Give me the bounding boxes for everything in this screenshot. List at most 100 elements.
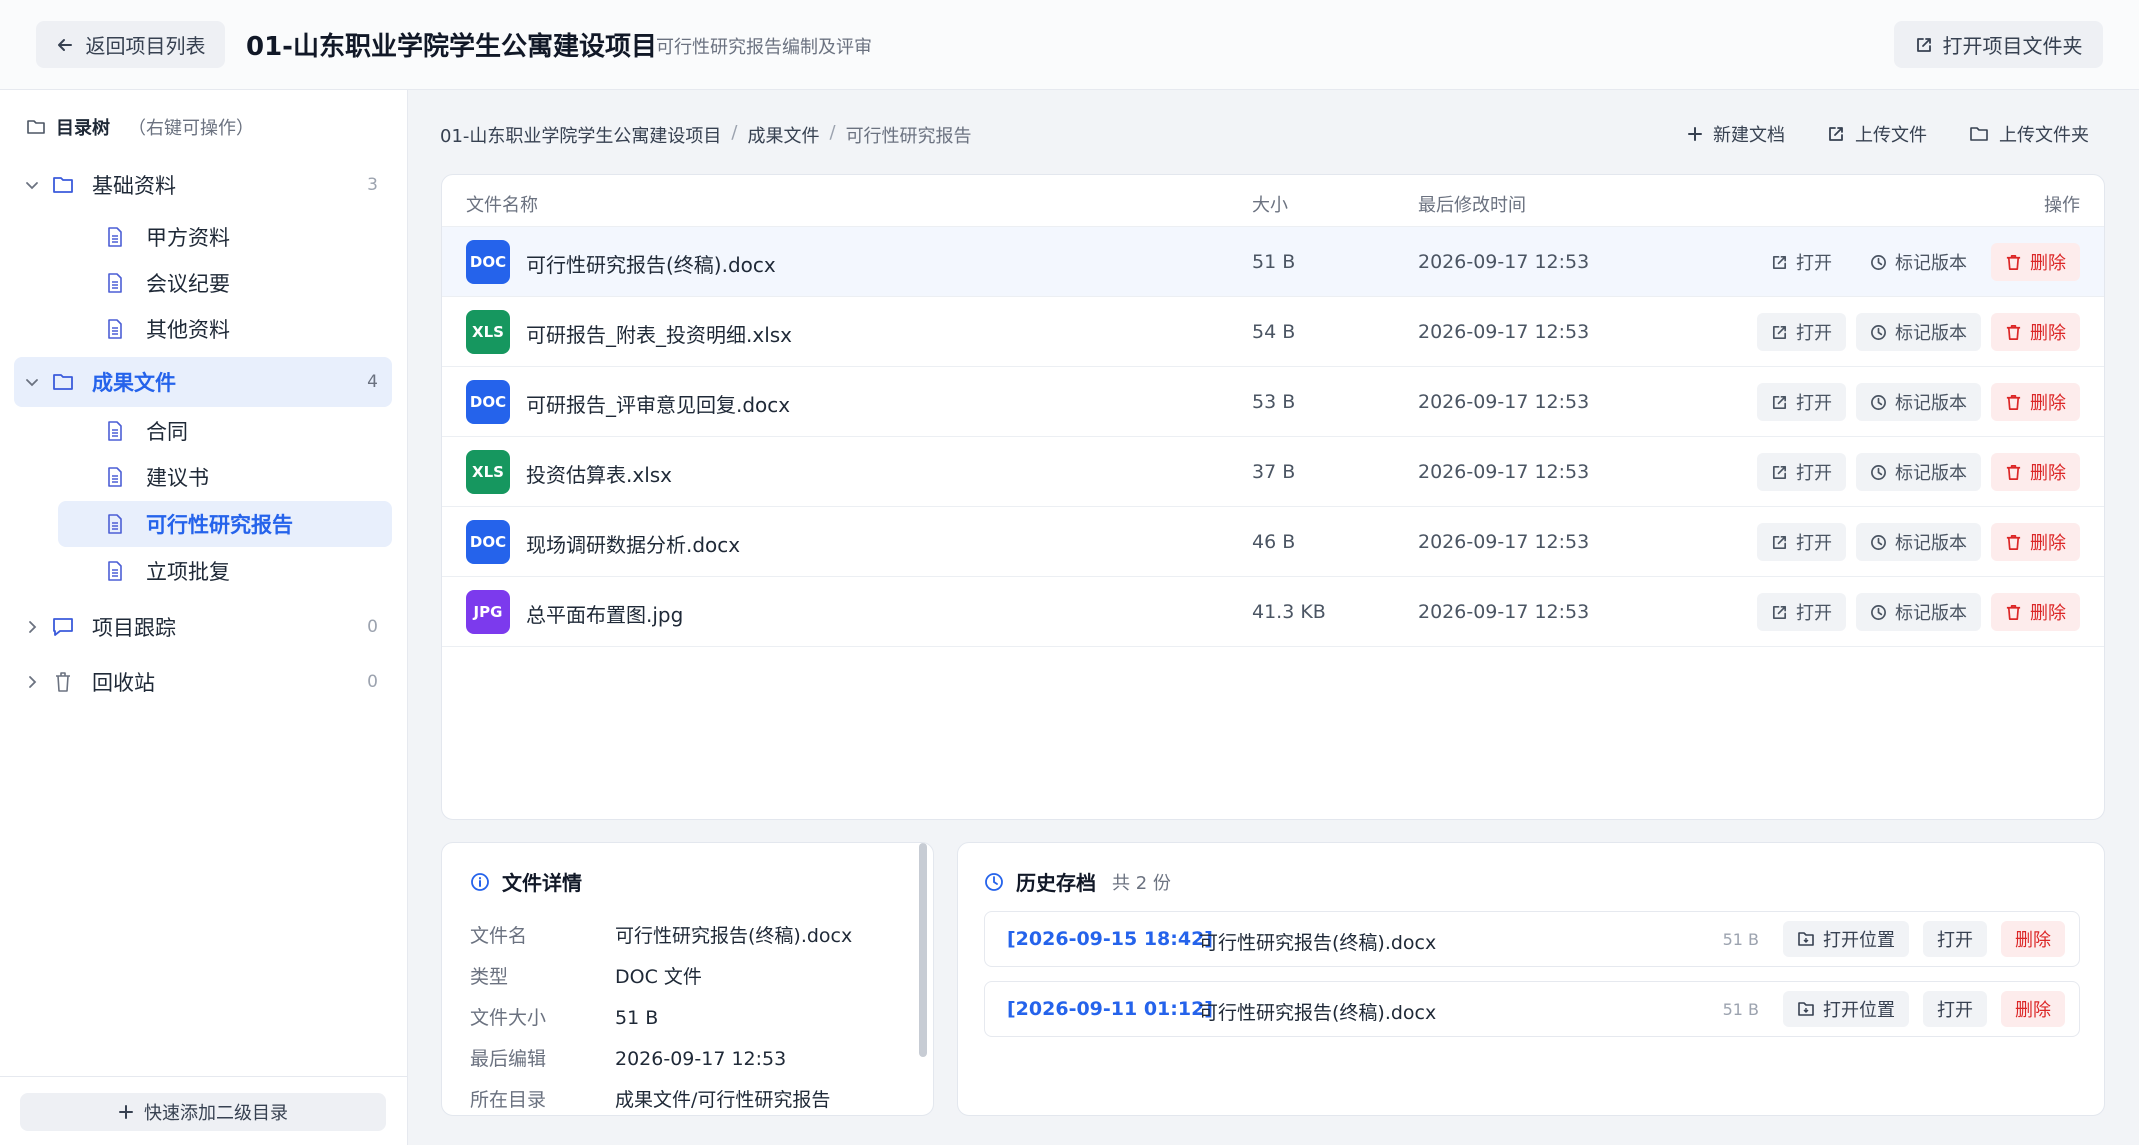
tree-group-tracking[interactable]: 项目跟踪 0 bbox=[14, 602, 392, 652]
detail-value: 成果文件/可行性研究报告 bbox=[615, 1089, 831, 1111]
open-button[interactable]: 打开 bbox=[1757, 523, 1846, 561]
tree-item-proposal[interactable]: 建议书 bbox=[58, 454, 392, 500]
chevron-right-icon[interactable] bbox=[24, 619, 50, 635]
mark-version-button[interactable]: 标记版本 bbox=[1856, 593, 1981, 631]
delete-button[interactable]: 删除 bbox=[1991, 313, 2080, 351]
trash-icon bbox=[2005, 254, 2022, 271]
detail-value: 51 B bbox=[615, 1007, 659, 1029]
tree-group-count: 4 bbox=[367, 372, 378, 392]
file-name[interactable]: 总平面布置图.jpg bbox=[526, 599, 683, 628]
mark-version-button[interactable]: 标记版本 bbox=[1856, 313, 1981, 351]
open-folder-label: 打开项目文件夹 bbox=[1942, 34, 2083, 58]
detail-key: 文件大小 bbox=[470, 1007, 547, 1029]
tree-item-approval[interactable]: 立项批复 bbox=[58, 548, 392, 594]
history-file-size: 51 B bbox=[1722, 1000, 1759, 1019]
trash-icon bbox=[50, 671, 76, 693]
tree-group-recycle-bin[interactable]: 回收站 0 bbox=[14, 657, 392, 707]
quick-add-subfolder-button[interactable]: 快速添加二级目录 bbox=[20, 1093, 386, 1131]
clock-icon bbox=[1870, 534, 1887, 551]
folder-outline-icon bbox=[1969, 125, 1989, 143]
tree-group-count: 3 bbox=[367, 175, 378, 195]
delete-label: 删除 bbox=[2030, 323, 2066, 344]
history-delete-button[interactable]: 删除 bbox=[2001, 991, 2065, 1027]
table-row[interactable]: XLS 投资估算表.xlsx 37 B 2026-09-17 12:53 打开 … bbox=[442, 437, 2104, 507]
doc-file-icon: DOC bbox=[466, 240, 510, 284]
detail-value: 2026-09-17 12:53 bbox=[615, 1048, 787, 1070]
mark-version-button[interactable]: 标记版本 bbox=[1856, 523, 1981, 561]
open-button[interactable]: 打开 bbox=[1757, 593, 1846, 631]
external-link-icon bbox=[1771, 254, 1788, 271]
column-header-modified[interactable]: 最后修改时间 bbox=[1418, 191, 1526, 217]
open-button[interactable]: 打开 bbox=[1757, 313, 1846, 351]
history-open-button[interactable]: 打开 bbox=[1923, 921, 1987, 957]
open-label: 打开 bbox=[1796, 393, 1832, 414]
open-button[interactable]: 打开 bbox=[1757, 243, 1846, 281]
document-icon bbox=[102, 420, 128, 442]
tree-group-count: 0 bbox=[367, 617, 378, 637]
delete-button[interactable]: 删除 bbox=[1991, 383, 2080, 421]
file-size: 46 B bbox=[1252, 531, 1296, 553]
new-document-label: 新建文档 bbox=[1713, 125, 1785, 146]
column-header-name[interactable]: 文件名称 bbox=[466, 191, 538, 217]
file-name[interactable]: 可研报告_评审意见回复.docx bbox=[526, 389, 790, 418]
chevron-right-icon[interactable] bbox=[24, 674, 50, 690]
chevron-down-icon[interactable] bbox=[24, 177, 50, 193]
table-row[interactable]: JPG 总平面布置图.jpg 41.3 KB 2026-09-17 12:53 … bbox=[442, 577, 2104, 647]
delete-label: 删除 bbox=[2015, 1000, 2051, 1021]
history-header: 历史存档 共 2 份 bbox=[984, 867, 1171, 896]
tree-header: 目录树 （右键可操作） bbox=[26, 114, 254, 140]
tree-group-basic[interactable]: 基础资料 3 bbox=[14, 160, 392, 210]
open-location-button[interactable]: 打开位置 bbox=[1783, 921, 1909, 957]
table-row[interactable]: DOC 现场调研数据分析.docx 46 B 2026-09-17 12:53 … bbox=[442, 507, 2104, 577]
tree-group-deliverables[interactable]: 成果文件 4 bbox=[14, 357, 392, 407]
delete-button[interactable]: 删除 bbox=[1991, 453, 2080, 491]
tree-item-feasibility-report[interactable]: 可行性研究报告 bbox=[58, 501, 392, 547]
back-to-projects-button[interactable]: 返回项目列表 bbox=[36, 21, 225, 68]
delete-button[interactable]: 删除 bbox=[1991, 523, 2080, 561]
tree-hint: （右键可操作） bbox=[128, 118, 254, 139]
open-location-button[interactable]: 打开位置 bbox=[1783, 991, 1909, 1027]
details-scrollbar[interactable] bbox=[919, 843, 927, 1057]
table-header: 文件名称 大小 最后修改时间 操作 bbox=[442, 175, 2104, 227]
open-project-folder-button[interactable]: 打开项目文件夹 bbox=[1894, 21, 2103, 68]
breadcrumb-item-project[interactable]: 01-山东职业学院学生公寓建设项目 bbox=[440, 122, 721, 148]
table-row[interactable]: DOC 可行性研究报告(终稿).docx 51 B 2026-09-17 12:… bbox=[442, 227, 2104, 297]
folder-location-icon bbox=[1797, 1000, 1815, 1018]
history-open-button[interactable]: 打开 bbox=[1923, 991, 1987, 1027]
table-row[interactable]: XLS 可研报告_附表_投资明细.xlsx 54 B 2026-09-17 12… bbox=[442, 297, 2104, 367]
table-row[interactable]: DOC 可研报告_评审意见回复.docx 53 B 2026-09-17 12:… bbox=[442, 367, 2104, 437]
history-count: 共 2 份 bbox=[1112, 872, 1171, 894]
details-title: 文件详情 bbox=[502, 871, 582, 895]
mark-version-button[interactable]: 标记版本 bbox=[1856, 453, 1981, 491]
open-button[interactable]: 打开 bbox=[1757, 383, 1846, 421]
tree-item-label: 会议纪要 bbox=[146, 272, 230, 296]
mark-version-button[interactable]: 标记版本 bbox=[1856, 383, 1981, 421]
xls-file-icon: XLS bbox=[466, 310, 510, 354]
plus-icon bbox=[118, 1104, 134, 1120]
tree-item-client-materials[interactable]: 甲方资料 bbox=[58, 214, 392, 260]
file-name[interactable]: 可行性研究报告(终稿).docx bbox=[526, 249, 776, 278]
upload-file-button[interactable]: 上传文件 bbox=[1813, 116, 1941, 152]
detail-key: 文件名 bbox=[470, 925, 528, 947]
open-button[interactable]: 打开 bbox=[1757, 453, 1846, 491]
detail-field: 最后编辑 2026-09-17 12:53 bbox=[470, 1044, 786, 1071]
tree-item-other-materials[interactable]: 其他资料 bbox=[58, 306, 392, 352]
tree-item-contract[interactable]: 合同 bbox=[58, 408, 392, 454]
new-document-button[interactable]: 新建文档 bbox=[1673, 116, 1799, 152]
mark-version-button[interactable]: 标记版本 bbox=[1856, 243, 1981, 281]
file-name[interactable]: 现场调研数据分析.docx bbox=[526, 529, 740, 558]
trash-icon bbox=[2005, 534, 2022, 551]
chevron-down-icon[interactable] bbox=[24, 374, 50, 390]
mark-version-label: 标记版本 bbox=[1895, 323, 1967, 344]
file-name[interactable]: 投资估算表.xlsx bbox=[526, 459, 672, 488]
column-header-size[interactable]: 大小 bbox=[1252, 191, 1288, 217]
delete-button[interactable]: 删除 bbox=[1991, 243, 2080, 281]
upload-folder-button[interactable]: 上传文件夹 bbox=[1955, 116, 2103, 152]
file-name[interactable]: 可研报告_附表_投资明细.xlsx bbox=[526, 319, 792, 348]
tree-item-meeting-minutes[interactable]: 会议纪要 bbox=[58, 260, 392, 306]
open-label: 打开 bbox=[1796, 533, 1832, 554]
upload-folder-label: 上传文件夹 bbox=[1999, 125, 2089, 146]
history-delete-button[interactable]: 删除 bbox=[2001, 921, 2065, 957]
delete-button[interactable]: 删除 bbox=[1991, 593, 2080, 631]
breadcrumb-item-folder[interactable]: 成果文件 bbox=[747, 122, 819, 148]
